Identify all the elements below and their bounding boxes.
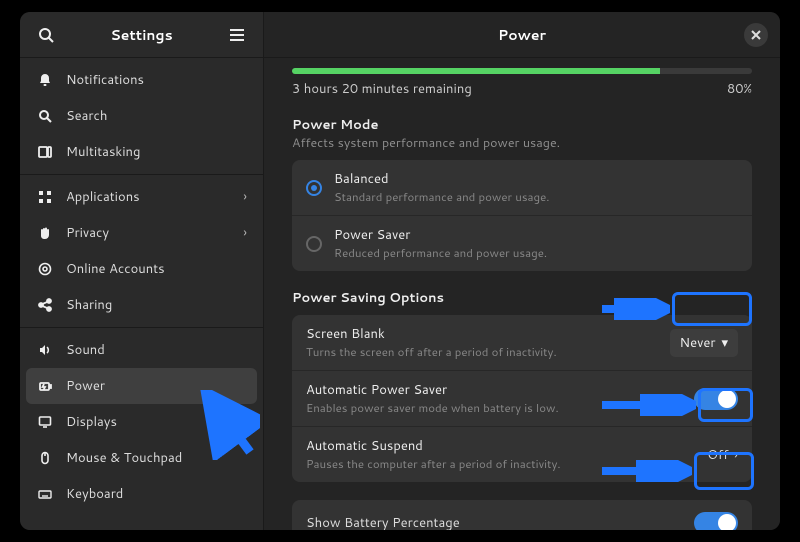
power-saving-title: Power Saving Options xyxy=(292,289,752,307)
sidebar-item-label: Privacy xyxy=(66,224,109,242)
auto-suspend-row[interactable]: Automatic Suspend Pauses the computer af… xyxy=(292,427,752,482)
row-title: Automatic Power Saver xyxy=(306,381,682,399)
sidebar-item-search[interactable]: Search xyxy=(20,98,263,134)
bell-icon xyxy=(36,73,54,87)
chevron-down-icon: ▾ xyxy=(721,334,728,352)
hand-icon xyxy=(36,226,54,240)
main-header: Power xyxy=(264,12,780,58)
separator xyxy=(20,327,263,328)
battery-percent: 80% xyxy=(727,80,752,98)
sidebar-header: Settings xyxy=(20,12,263,58)
sidebar-item-label: Search xyxy=(66,107,107,125)
power-saving-card: Screen Blank Turns the screen off after … xyxy=(292,315,752,482)
settings-window: Settings Notifications Search Multitaski… xyxy=(20,12,780,530)
sidebar-item-label: Notifications xyxy=(66,71,144,89)
sidebar-item-applications[interactable]: Applications › xyxy=(20,179,263,215)
radio-icon xyxy=(306,180,322,196)
search-icon xyxy=(36,109,54,123)
row-subtitle: Reduced performance and power usage. xyxy=(334,244,738,261)
sidebar-item-label: Displays xyxy=(66,413,117,431)
share-icon xyxy=(36,298,54,312)
sidebar-item-label: Power xyxy=(66,377,105,395)
speaker-icon xyxy=(36,343,54,357)
combo-value: Never xyxy=(680,334,716,352)
battery-remaining: 3 hours 20 minutes remaining xyxy=(292,80,472,98)
sidebar-item-label: Online Accounts xyxy=(66,260,165,278)
power-mode-subtitle: Affects system performance and power usa… xyxy=(292,134,752,152)
main-panel: Power 3 hours 20 minutes remaining 80% P… xyxy=(264,12,780,530)
row-title: Automatic Suspend xyxy=(306,437,695,455)
close-icon xyxy=(751,30,761,40)
sidebar-item-label: Multitasking xyxy=(66,143,140,161)
sidebar: Settings Notifications Search Multitaski… xyxy=(20,12,264,530)
sidebar-item-mouse-touchpad[interactable]: Mouse & Touchpad xyxy=(20,440,263,476)
apps-icon xyxy=(36,190,54,204)
content: 3 hours 20 minutes remaining 80% Power M… xyxy=(264,58,780,530)
battery-progress-fill xyxy=(292,68,660,74)
row-title: Balanced xyxy=(334,170,738,188)
separator xyxy=(20,174,263,175)
sidebar-item-label: Sound xyxy=(66,341,105,359)
auto-power-saver-row[interactable]: Automatic Power Saver Enables power save… xyxy=(292,371,752,427)
page-title: Power xyxy=(300,25,744,45)
mouse-icon xyxy=(36,451,54,465)
sidebar-item-sharing[interactable]: Sharing xyxy=(20,287,263,323)
row-subtitle: Standard performance and power usage. xyxy=(334,188,738,205)
show-battery-percentage-row[interactable]: Show Battery Percentage xyxy=(292,500,752,530)
at-icon xyxy=(36,262,54,276)
row-subtitle: Pauses the computer after a period of in… xyxy=(306,455,695,472)
sidebar-item-displays[interactable]: Displays xyxy=(20,404,263,440)
power-icon xyxy=(36,379,54,393)
sidebar-title: Settings xyxy=(60,25,223,45)
chevron-right-icon: › xyxy=(734,446,738,464)
power-mode-title: Power Mode xyxy=(292,116,752,134)
keyboard-icon xyxy=(36,487,54,501)
chevron-right-icon: › xyxy=(243,224,247,242)
screen-blank-combo[interactable]: Never ▾ xyxy=(670,329,738,357)
hamburger-icon xyxy=(229,28,245,42)
battery-progress xyxy=(292,68,752,74)
sidebar-item-label: Sharing xyxy=(66,296,112,314)
sidebar-item-notifications[interactable]: Notifications xyxy=(20,62,263,98)
sidebar-item-sound[interactable]: Sound xyxy=(20,332,263,368)
auto-power-saver-toggle[interactable] xyxy=(694,388,738,410)
sidebar-item-label: Keyboard xyxy=(66,485,123,503)
screen-blank-row[interactable]: Screen Blank Turns the screen off after … xyxy=(292,315,752,371)
multitasking-icon xyxy=(36,145,54,159)
auto-suspend-value[interactable]: Off › xyxy=(707,446,738,464)
row-title: Show Battery Percentage xyxy=(306,514,694,530)
row-title: Power Saver xyxy=(334,226,738,244)
sidebar-item-multitasking[interactable]: Multitasking xyxy=(20,134,263,170)
radio-icon xyxy=(306,236,322,252)
sidebar-item-power[interactable]: Power xyxy=(26,368,257,404)
search-icon xyxy=(38,27,54,43)
sidebar-item-keyboard[interactable]: Keyboard xyxy=(20,476,263,512)
search-button[interactable] xyxy=(32,21,60,49)
sidebar-item-label: Mouse & Touchpad xyxy=(66,449,182,467)
row-subtitle: Turns the screen off after a period of i… xyxy=(306,343,658,360)
sidebar-item-online-accounts[interactable]: Online Accounts xyxy=(20,251,263,287)
row-subtitle: Enables power saver mode when battery is… xyxy=(306,399,682,416)
show-battery-percentage-toggle[interactable] xyxy=(694,512,738,530)
menu-button[interactable] xyxy=(223,21,251,49)
battery-status-row: 3 hours 20 minutes remaining 80% xyxy=(292,80,752,98)
value-text: Off xyxy=(707,446,728,464)
sidebar-item-privacy[interactable]: Privacy › xyxy=(20,215,263,251)
chevron-right-icon: › xyxy=(243,188,247,206)
power-mode-balanced[interactable]: Balanced Standard performance and power … xyxy=(292,160,752,216)
power-mode-card: Balanced Standard performance and power … xyxy=(292,160,752,271)
sidebar-nav: Notifications Search Multitasking Applic… xyxy=(20,58,263,530)
close-button[interactable] xyxy=(744,23,768,47)
sidebar-item-label: Applications xyxy=(66,188,140,206)
display-icon xyxy=(36,415,54,429)
power-mode-power-saver[interactable]: Power Saver Reduced performance and powe… xyxy=(292,216,752,271)
row-title: Screen Blank xyxy=(306,325,658,343)
